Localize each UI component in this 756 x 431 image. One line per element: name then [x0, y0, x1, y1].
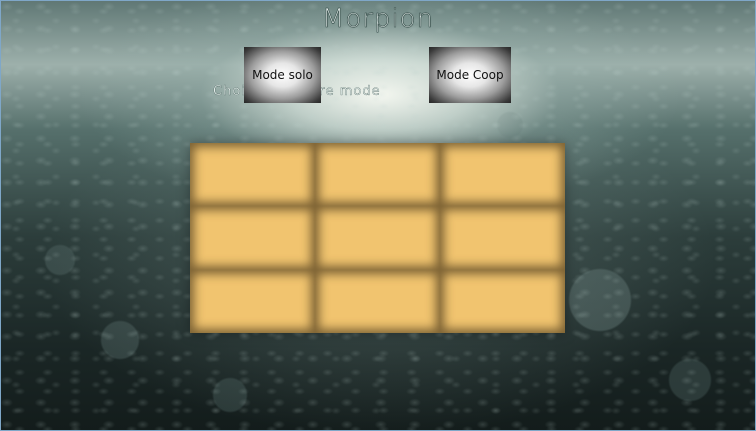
board-cell-3-1[interactable]: [190, 269, 315, 333]
board-cell-3-3[interactable]: [440, 269, 565, 333]
board-cell-2-3[interactable]: [440, 206, 565, 270]
board-cell-1-1[interactable]: [190, 143, 315, 207]
board-cell-3-2[interactable]: [315, 269, 440, 333]
game-board: [190, 143, 565, 333]
board-cell-2-1[interactable]: [190, 206, 315, 270]
solo-mode-button[interactable]: Mode solo: [244, 47, 321, 103]
board-cell-2-2[interactable]: [315, 206, 440, 270]
coop-mode-button[interactable]: Mode Coop: [429, 47, 511, 103]
coop-mode-label: Mode Coop: [436, 68, 504, 82]
board-cell-1-2[interactable]: [315, 143, 440, 207]
page-title: Morpion: [321, 4, 435, 35]
board-cell-1-3[interactable]: [440, 143, 565, 207]
solo-mode-label: Mode solo: [252, 68, 313, 82]
